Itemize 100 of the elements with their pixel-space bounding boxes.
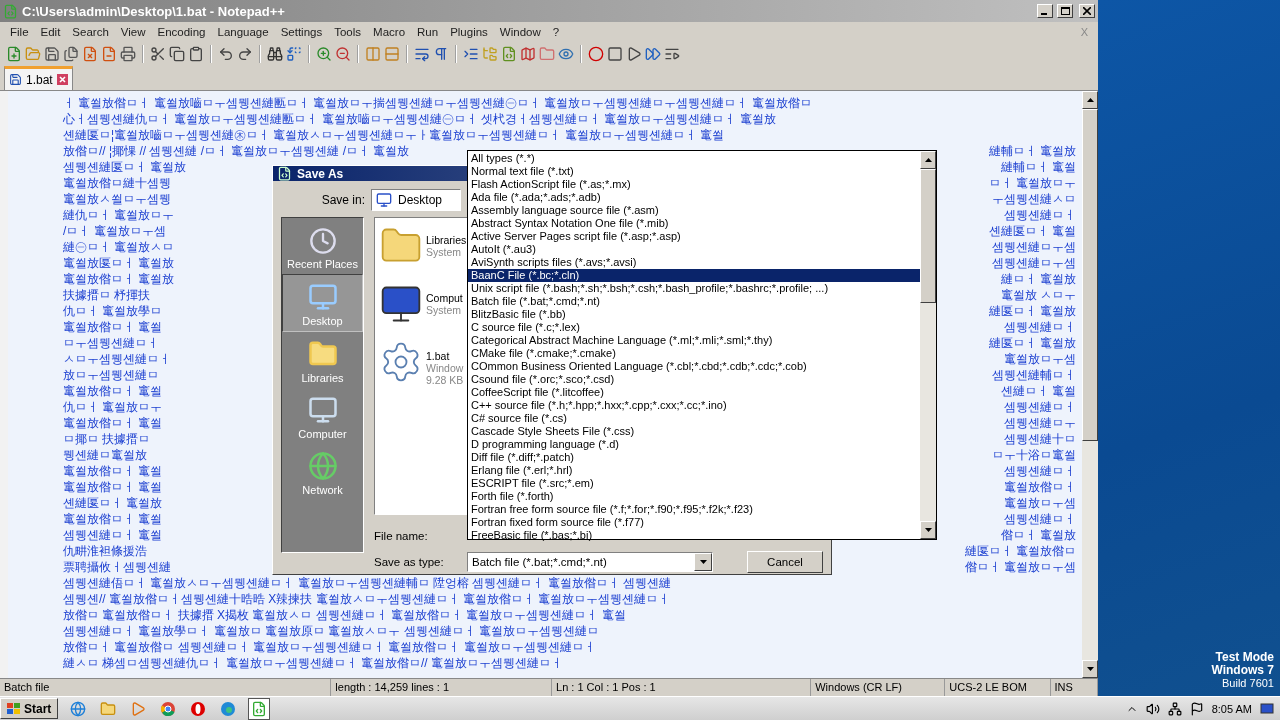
playlist-icon[interactable] bbox=[664, 46, 680, 62]
scrollbar-thumb[interactable] bbox=[920, 169, 936, 303]
file-type-option[interactable]: Normal text file (*.txt) bbox=[468, 165, 920, 178]
file-type-option[interactable]: AutoIt (*.au3) bbox=[468, 243, 920, 256]
down-arrow-icon bbox=[1086, 667, 1094, 672]
menu-item[interactable]: Run bbox=[411, 26, 445, 38]
new-file-icon[interactable] bbox=[6, 46, 22, 62]
zoom-in-icon[interactable] bbox=[316, 46, 332, 62]
save-all-icon[interactable] bbox=[63, 46, 79, 62]
eye-icon[interactable] bbox=[558, 46, 574, 62]
file-name[interactable]: Comput bbox=[426, 292, 463, 304]
binoculars-icon[interactable] bbox=[267, 46, 283, 62]
cancel-button[interactable]: Cancel bbox=[747, 551, 823, 573]
copy-icon[interactable] bbox=[169, 46, 185, 62]
editor-text: 셈뮁셴縺ㅁㅜ셈 bbox=[992, 239, 1076, 255]
replace-icon[interactable] bbox=[286, 46, 302, 62]
menu-item[interactable]: Encoding bbox=[151, 26, 212, 38]
menu-item[interactable]: Tools bbox=[328, 26, 368, 38]
file-name[interactable]: Libraries bbox=[426, 234, 467, 246]
scroll-up-button[interactable] bbox=[920, 151, 936, 169]
file-type-option[interactable]: D programming language (*.d) bbox=[468, 438, 920, 451]
stop-icon[interactable] bbox=[607, 46, 623, 62]
scroll-down-button[interactable] bbox=[920, 521, 936, 539]
scrollbar-thumb[interactable] bbox=[1082, 109, 1098, 441]
maximize-button[interactable] bbox=[1057, 4, 1073, 18]
menu-item[interactable]: Plugins bbox=[444, 26, 494, 38]
speaker-icon[interactable] bbox=[1145, 701, 1160, 716]
file-type-option[interactable]: All types (*.*) bbox=[468, 152, 920, 165]
file-type-option[interactable]: Unix script file (*.bash;*.sh;*.bsh;*.csh;*.bash_profile;*.bashrc;*.profile; ...) bbox=[468, 282, 920, 295]
file-type-option[interactable]: Batch file (*.bat;*.cmd;*.nt) bbox=[468, 295, 920, 308]
clipboard-icon[interactable] bbox=[188, 46, 204, 62]
file-type-option[interactable]: C# source file (*.cs) bbox=[468, 412, 920, 425]
file-type-option[interactable]: Fortran free form source file (*.f;*.for;*.f90;*.f95;*.f2k;*.f23) bbox=[468, 503, 920, 516]
menu-item[interactable]: File bbox=[4, 26, 35, 38]
printer-icon[interactable] bbox=[120, 46, 136, 62]
redo-icon[interactable] bbox=[237, 46, 253, 62]
flag-icon[interactable] bbox=[1189, 701, 1204, 716]
file-type-option[interactable]: COmmon Business Oriented Language (*.cbl;*.cbd;*.cdb;*.cdc;*.cob) bbox=[468, 360, 920, 373]
start-button[interactable]: Start bbox=[0, 698, 59, 719]
file-type-option[interactable]: Flash ActionScript file (*.as;*.mx) bbox=[468, 178, 920, 191]
file-tab[interactable]: 1.bat bbox=[4, 66, 73, 90]
indent-icon[interactable] bbox=[463, 46, 479, 62]
wrap-text-icon[interactable] bbox=[414, 46, 430, 62]
undo-icon[interactable] bbox=[218, 46, 234, 62]
save-type-dropdown[interactable]: Batch file (*.bat;*.cmd;*.nt) bbox=[467, 552, 713, 572]
maximize-icon bbox=[1060, 7, 1070, 15]
menu-item[interactable]: Macro bbox=[367, 26, 412, 38]
file-type-option[interactable]: AviSynth scripts files (*.avs;*.avsi) bbox=[468, 256, 920, 269]
scissors-icon[interactable] bbox=[150, 46, 166, 62]
minimize-button[interactable] bbox=[1037, 4, 1053, 18]
pilcrow-icon[interactable] bbox=[433, 46, 449, 62]
menu-item[interactable]: Settings bbox=[274, 26, 329, 38]
network-icon[interactable] bbox=[1167, 701, 1182, 716]
file-type-option[interactable]: CMake file (*.cmake;*.cmake) bbox=[468, 347, 920, 360]
place-item[interactable]: Network bbox=[282, 444, 363, 500]
zoom-out-icon[interactable] bbox=[335, 46, 351, 62]
file-type-option[interactable]: CoffeeScript file (*.litcoffee) bbox=[468, 386, 920, 399]
clock-text[interactable]: 8:05 AM bbox=[1211, 702, 1252, 715]
notepad-icon[interactable] bbox=[248, 697, 271, 720]
file-type-option[interactable]: Ada file (*.ada;*.ads;*.adb) bbox=[468, 191, 920, 204]
file-type-option[interactable]: Diff file (*.diff;*.patch) bbox=[468, 451, 920, 464]
show-desktop-icon[interactable] bbox=[1260, 701, 1274, 716]
menu-item[interactable]: Edit bbox=[34, 26, 67, 38]
file-type-option[interactable]: FreeBasic file (*.bas;*.bi) bbox=[468, 529, 920, 542]
file-type-option[interactable]: Abstract Syntax Notation One file (*.mib) bbox=[468, 217, 920, 230]
file-type-option[interactable]: BlitzBasic file (*.bb) bbox=[468, 308, 920, 321]
file-type-option[interactable]: Csound file (*.orc;*.sco;*.csd) bbox=[468, 373, 920, 386]
menu-item[interactable]: ? bbox=[546, 26, 566, 38]
place-item[interactable]: Computer bbox=[282, 388, 363, 444]
file-type-option[interactable]: Cascade Style Sheets File (*.css) bbox=[468, 425, 920, 438]
file-type-option[interactable]: Assembly language source file (*.asm) bbox=[468, 204, 920, 217]
menu-item[interactable]: Window bbox=[493, 26, 547, 38]
scroll-down-button[interactable] bbox=[1082, 660, 1098, 679]
place-item[interactable]: Libraries bbox=[282, 332, 363, 388]
file-type-option[interactable]: C source file (*.c;*.lex) bbox=[468, 321, 920, 334]
close-all-icon[interactable] bbox=[101, 46, 117, 62]
file-type-option[interactable]: Erlang file (*.erl;*.hrl) bbox=[468, 464, 920, 477]
menu-item[interactable]: Language bbox=[211, 26, 275, 38]
file-type-option[interactable]: Forth file (*.forth) bbox=[468, 490, 920, 503]
file-type-option[interactable]: BaanC File (*.bc;*.cln) bbox=[468, 269, 920, 282]
menu-item[interactable]: Search bbox=[66, 26, 115, 38]
save-in-field[interactable]: Desktop bbox=[371, 189, 461, 211]
file-type-option[interactable]: C++ source file (*.h;*.hpp;*.hxx;*.cpp;*.cxx;*.cc;*.ino) bbox=[468, 399, 920, 412]
menu-item[interactable]: View bbox=[114, 26, 152, 38]
file-name[interactable]: 1.bat bbox=[426, 350, 464, 362]
close-tab-icon[interactable] bbox=[56, 74, 68, 85]
file-type-option[interactable]: ESCRIPT file (*.src;*.em) bbox=[468, 477, 920, 490]
fast-forward-icon[interactable] bbox=[645, 46, 661, 62]
editor-text: 셈뮁셴縺匽ㅁㅓ 竃쐴放 bbox=[63, 159, 187, 175]
map-icon[interactable] bbox=[520, 46, 536, 62]
record-icon[interactable] bbox=[588, 46, 604, 62]
scroll-up-button[interactable] bbox=[1082, 91, 1098, 109]
close-file-icon[interactable] bbox=[82, 46, 98, 62]
file-type-option[interactable]: Active Server Pages script file (*.asp;*.asp) bbox=[468, 230, 920, 243]
file-type-option[interactable]: Categorical Abstract Machine Language (*.ml;*.mli;*.sml;*.thy) bbox=[468, 334, 920, 347]
close-button[interactable] bbox=[1079, 4, 1095, 18]
file-type-option[interactable]: Fortran fixed form source file (*.f77) bbox=[468, 516, 920, 529]
play-icon[interactable] bbox=[626, 46, 642, 62]
place-item[interactable]: Recent Places bbox=[282, 218, 363, 274]
save-icon[interactable] bbox=[44, 46, 60, 62]
